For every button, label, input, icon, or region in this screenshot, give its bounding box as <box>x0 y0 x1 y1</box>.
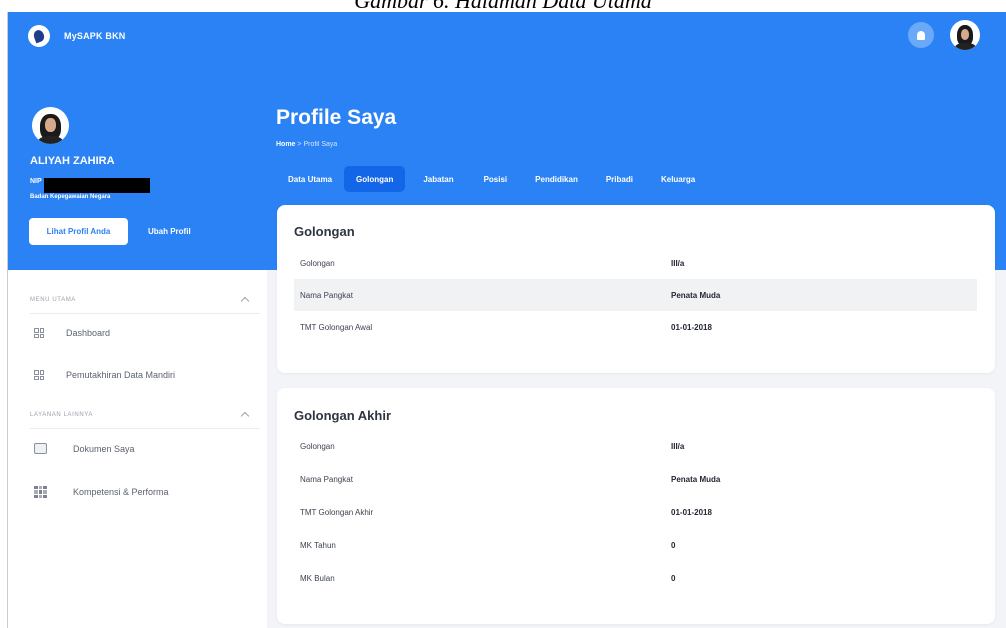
sidebar-section-main-label: MENU UTAMA <box>30 296 76 303</box>
edit-profile-button[interactable]: Ubah Profil <box>148 218 191 245</box>
chevron-up-icon[interactable] <box>240 411 250 421</box>
sidebar-item-label: Pemutakhiran Data Mandiri <box>66 370 176 380</box>
row-label: Nama Pangkat <box>300 290 353 300</box>
bell-icon[interactable] <box>908 22 934 48</box>
figure-caption: Gambar 6. Halaman Data Utama <box>0 0 1006 12</box>
view-profile-button[interactable]: Lihat Profil Anda <box>29 218 128 245</box>
row-value: Penata Muda <box>671 290 721 300</box>
row-value: III/a <box>671 441 685 451</box>
row-label: MK Bulan <box>300 573 335 583</box>
sidebar: MENU UTAMA Dashboard Pemutakhiran Data M… <box>8 270 267 628</box>
chevron-up-icon[interactable] <box>240 296 250 306</box>
profile-name: ALIYAH ZAHIRA <box>30 155 115 167</box>
row-label: Golongan <box>300 441 335 451</box>
sapk-logo-icon <box>28 25 50 47</box>
breadcrumb: Home > Profil Saya <box>276 141 337 148</box>
card-title: Golongan Akhir <box>294 408 392 423</box>
row-value: 0 <box>671 540 676 550</box>
app-window: MySAPK BKN ALIYAH ZAHIRA NIP Badan Kepeg… <box>7 12 1006 628</box>
chart-icon <box>34 486 47 498</box>
row-value: 01-01-2018 <box>671 507 712 517</box>
row-label: Golongan <box>300 258 335 268</box>
row-label: MK Tahun <box>300 540 336 550</box>
tab-jabatan[interactable]: Jabatan <box>411 166 465 192</box>
tab-data-utama[interactable]: Data Utama <box>276 166 344 192</box>
divider <box>30 313 260 314</box>
table-row: Golongan III/a <box>294 430 977 462</box>
row-label: TMT Golongan Awal <box>300 322 373 332</box>
profile-avatar <box>32 107 69 144</box>
golongan-card: Golongan Golongan III/a Nama Pangkat Pen… <box>277 205 995 373</box>
sidebar-section-other[interactable]: LAYANAN LAINNYA <box>30 410 250 421</box>
row-value: 0 <box>671 573 676 583</box>
nip-redaction <box>44 178 150 193</box>
row-value: Penata Muda <box>671 474 721 484</box>
card-title: Golongan <box>294 224 355 239</box>
table-row: MK Bulan 0 <box>294 562 977 594</box>
tab-posisi[interactable]: Posisi <box>472 166 520 192</box>
tab-pendidikan[interactable]: Pendidikan <box>523 166 590 192</box>
sidebar-item-pemutakhiran[interactable]: Pemutakhiran Data Mandiri <box>34 370 175 380</box>
user-avatar-icon[interactable] <box>950 20 980 50</box>
brand[interactable]: MySAPK BKN <box>28 25 126 47</box>
table-row: MK Tahun 0 <box>294 529 977 561</box>
sidebar-section-other-label: LAYANAN LAINNYA <box>30 411 94 418</box>
grid-icon <box>34 328 44 338</box>
sidebar-item-dashboard[interactable]: Dashboard <box>34 328 110 338</box>
table-row: Nama Pangkat Penata Muda <box>294 463 977 495</box>
sidebar-item-label: Kompetensi & Performa <box>73 487 169 497</box>
app-name: MySAPK BKN <box>64 31 126 41</box>
sidebar-item-label: Dokumen Saya <box>73 443 135 454</box>
profile-organization: Badan Kepegawaian Negara <box>30 194 111 200</box>
tab-golongan[interactable]: Golongan <box>344 166 406 192</box>
row-value: III/a <box>671 258 685 268</box>
page-title: Profile Saya <box>276 106 397 129</box>
row-label: TMT Golongan Akhir <box>300 507 374 517</box>
table-row: TMT Golongan Awal 01-01-2018 <box>294 311 977 343</box>
breadcrumb-current: Profil Saya <box>303 141 338 148</box>
breadcrumb-separator: > <box>297 141 302 148</box>
tab-pribadi[interactable]: Pribadi <box>594 166 645 192</box>
breadcrumb-home[interactable]: Home <box>276 141 295 148</box>
grid-icon <box>34 370 44 380</box>
profile-tabs: Data Utama Golongan Jabatan Posisi Pendi… <box>276 165 707 193</box>
sidebar-item-label: Dashboard <box>66 328 111 338</box>
table-row: TMT Golongan Akhir 01-01-2018 <box>294 496 977 528</box>
profile-nip-label: NIP <box>30 178 42 185</box>
golongan-akhir-card: Golongan Akhir Golongan III/a Nama Pangk… <box>277 388 995 624</box>
row-label: Nama Pangkat <box>300 474 353 484</box>
sidebar-item-kompetensi[interactable]: Kompetensi & Performa <box>34 486 169 498</box>
divider <box>30 428 260 429</box>
sidebar-item-dokumen[interactable]: Dokumen Saya <box>34 443 135 454</box>
row-value: 01-01-2018 <box>671 322 712 332</box>
sidebar-section-main[interactable]: MENU UTAMA <box>30 295 250 306</box>
table-row: Golongan III/a <box>294 247 977 279</box>
table-row: Nama Pangkat Penata Muda <box>294 279 977 311</box>
folder-icon <box>34 443 47 454</box>
tab-keluarga[interactable]: Keluarga <box>649 166 707 192</box>
